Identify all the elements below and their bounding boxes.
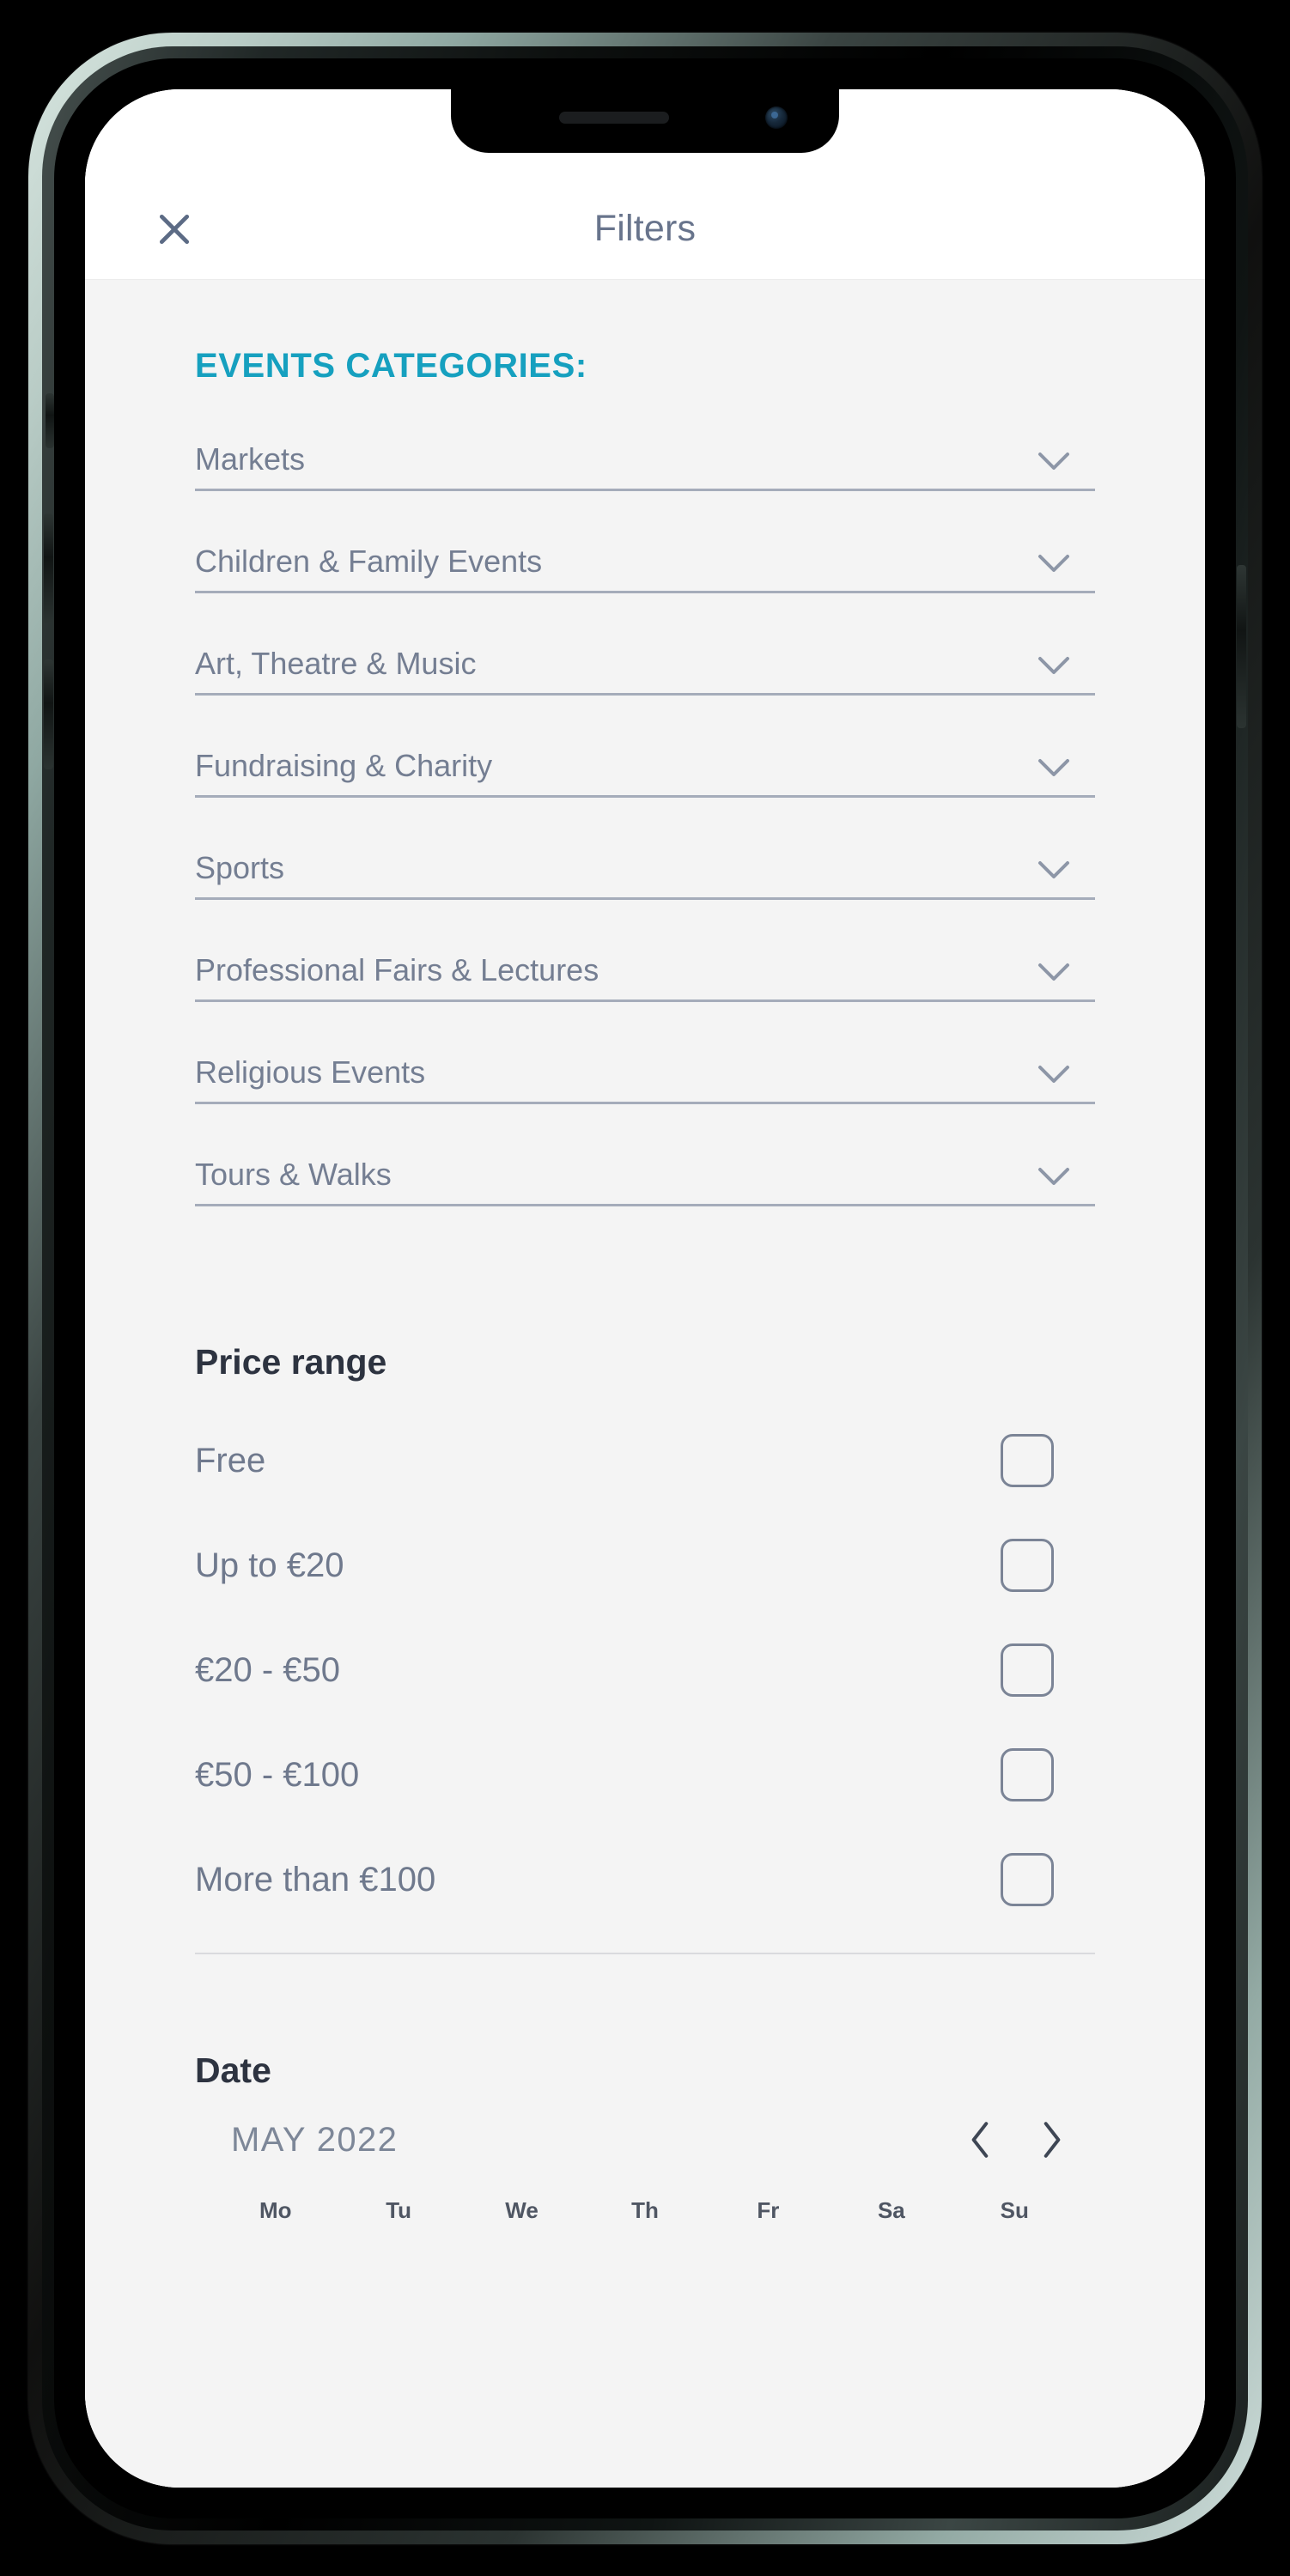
weekday-label: Sa	[877, 2197, 905, 2223]
category-label: Tours & Walks	[195, 1157, 392, 1192]
category-label: Sports	[195, 850, 285, 885]
category-label: Professional Fairs & Lectures	[195, 952, 599, 987]
price-option-checkbox[interactable]	[1001, 1434, 1054, 1487]
field-underline	[195, 999, 1095, 1002]
weekday-label: Fr	[757, 2197, 780, 2223]
category-dropdown-sports[interactable]: Sports	[195, 837, 1095, 939]
category-dropdown-markets[interactable]: Markets	[195, 428, 1095, 531]
section-divider	[195, 1953, 1095, 1954]
price-range-title: Price range	[195, 1342, 387, 1382]
price-range-list: Free Up to €20 €20 - €50 €50 - €100 More…	[195, 1408, 1095, 1932]
category-label: Art, Theatre & Music	[195, 646, 477, 681]
phone-device-frame: Filters EVENTS CATEGORIES: Markets Child…	[28, 33, 1262, 2544]
power-button[interactable]	[1237, 565, 1246, 728]
field-underline	[195, 897, 1095, 900]
camera-lens-highlight	[771, 112, 778, 118]
price-option-label: €20 - €50	[195, 1650, 341, 1689]
events-categories-heading: EVENTS CATEGORIES:	[195, 347, 587, 385]
field-underline	[195, 693, 1095, 696]
chevron-down-icon	[1037, 860, 1071, 880]
close-icon	[155, 210, 193, 248]
filters-content: EVENTS CATEGORIES: Markets Children & Fa…	[85, 280, 1205, 2488]
chevron-down-icon	[1037, 553, 1071, 574]
earpiece-speaker	[559, 112, 669, 124]
phone-bezel: Filters EVENTS CATEGORIES: Markets Child…	[54, 58, 1236, 2518]
category-dropdown-children-family-events[interactable]: Children & Family Events	[195, 531, 1095, 633]
field-underline	[195, 591, 1095, 593]
category-dropdown-fundraising-charity[interactable]: Fundraising & Charity	[195, 735, 1095, 837]
price-option-checkbox[interactable]	[1001, 1539, 1054, 1592]
chevron-down-icon	[1037, 757, 1071, 778]
field-underline	[195, 1102, 1095, 1104]
price-option-20-50[interactable]: €20 - €50	[195, 1618, 1095, 1722]
volume-up-button[interactable]	[44, 513, 53, 623]
silent-switch[interactable]	[46, 393, 54, 448]
category-label: Fundraising & Charity	[195, 748, 493, 783]
category-label: Religious Events	[195, 1054, 426, 1090]
chevron-left-icon[interactable]	[966, 2120, 995, 2160]
price-option-50-100[interactable]: €50 - €100	[195, 1722, 1095, 1827]
phone-screen: Filters EVENTS CATEGORIES: Markets Child…	[85, 89, 1205, 2488]
weekday-label: Tu	[386, 2197, 412, 2223]
calendar-month-label: MAY 2022	[231, 2120, 399, 2159]
weekday-label: Su	[1000, 2197, 1029, 2223]
device-notch	[451, 89, 839, 153]
price-option-checkbox[interactable]	[1001, 1643, 1054, 1697]
calendar-nav	[966, 2120, 1066, 2160]
category-dropdown-professional-fairs-lectures[interactable]: Professional Fairs & Lectures	[195, 939, 1095, 1042]
app-header: Filters	[85, 179, 1205, 280]
front-camera-icon	[765, 106, 788, 129]
price-option-free[interactable]: Free	[195, 1408, 1095, 1513]
chevron-down-icon	[1037, 655, 1071, 676]
field-underline	[195, 1204, 1095, 1206]
category-dropdown-religious-events[interactable]: Religious Events	[195, 1042, 1095, 1144]
calendar-header: MAY 2022	[195, 2120, 1095, 2160]
screenshot-stage: Filters EVENTS CATEGORIES: Markets Child…	[0, 0, 1290, 2576]
chevron-down-icon	[1037, 1166, 1071, 1187]
price-option-label: Free	[195, 1441, 266, 1479]
weekday-label: We	[505, 2197, 539, 2223]
price-option-label: Up to €20	[195, 1546, 344, 1584]
chevron-down-icon	[1037, 451, 1071, 471]
category-dropdown-tours-walks[interactable]: Tours & Walks	[195, 1144, 1095, 1246]
date-title: Date	[195, 2050, 271, 2090]
chevron-right-icon[interactable]	[1037, 2120, 1066, 2160]
event-categories-list: Markets Children & Family Events Art, Th…	[195, 428, 1095, 1246]
volume-down-button[interactable]	[44, 659, 53, 769]
chevron-down-icon	[1037, 1064, 1071, 1084]
filters-screen: Filters EVENTS CATEGORIES: Markets Child…	[85, 89, 1205, 2488]
weekday-label: Mo	[259, 2197, 292, 2223]
price-option-label: €50 - €100	[195, 1755, 360, 1794]
chevron-down-icon	[1037, 962, 1071, 982]
field-underline	[195, 795, 1095, 798]
price-option-more-than-100[interactable]: More than €100	[195, 1827, 1095, 1932]
price-option-checkbox[interactable]	[1001, 1853, 1054, 1906]
price-option-up-to-20[interactable]: Up to €20	[195, 1513, 1095, 1618]
price-option-checkbox[interactable]	[1001, 1748, 1054, 1801]
weekday-label: Th	[631, 2197, 659, 2223]
page-title: Filters	[593, 208, 697, 249]
close-button[interactable]	[147, 202, 202, 257]
category-label: Children & Family Events	[195, 544, 543, 579]
price-option-label: More than €100	[195, 1860, 436, 1899]
field-underline	[195, 489, 1095, 491]
category-label: Markets	[195, 441, 306, 477]
calendar-weekday-header: Mo Tu We Th Fr Sa Su	[195, 2197, 1095, 2224]
category-dropdown-art-theatre-music[interactable]: Art, Theatre & Music	[195, 633, 1095, 735]
